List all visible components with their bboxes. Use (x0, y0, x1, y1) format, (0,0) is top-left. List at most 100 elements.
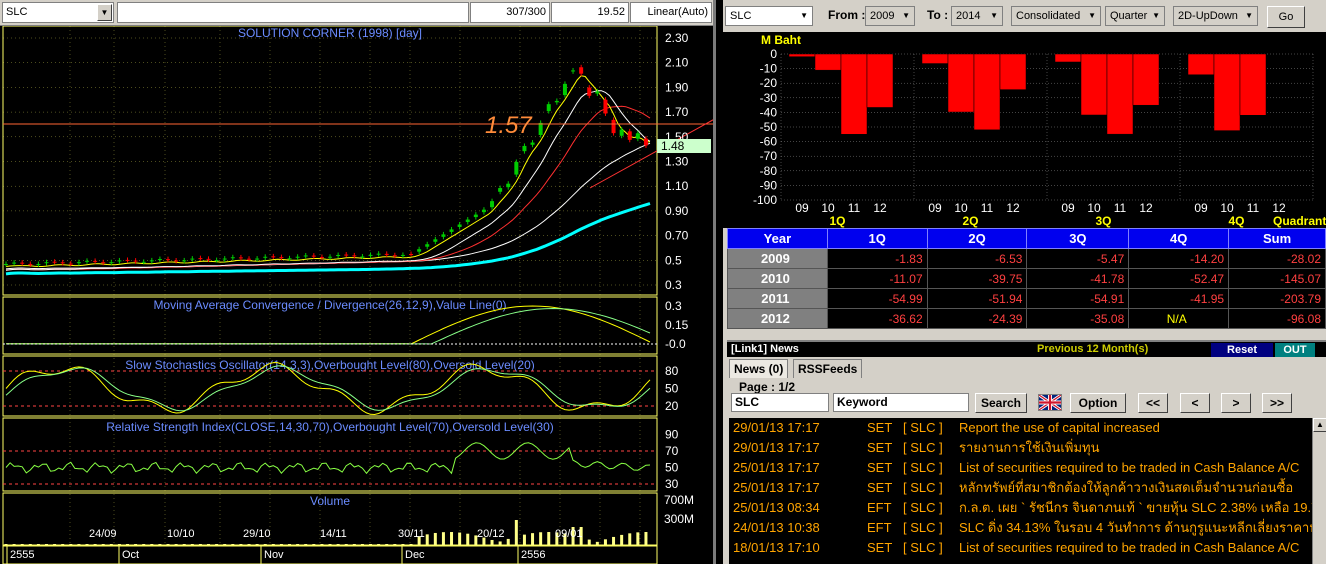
price-tick-label: 1.70 (665, 105, 689, 119)
news-symbol-input[interactable]: SLC (731, 393, 829, 412)
candle-body (36, 263, 41, 265)
scale-mode[interactable]: Linear(Auto) (630, 2, 712, 23)
chart-type-select[interactable]: 2D-UpDown ▼ (1173, 6, 1258, 26)
list-item[interactable]: 18/01/13 17:10 SET [ SLC ] List of securiti… (729, 538, 1312, 558)
bar (947, 53, 975, 113)
month-label: 2556 (521, 549, 545, 561)
volume-bar (263, 544, 267, 545)
volume-bar (4, 544, 8, 545)
price-box: 19.52 (551, 2, 629, 23)
keyword-input[interactable]: Keyword (833, 393, 969, 412)
bar (1213, 53, 1241, 131)
candle-body (360, 256, 365, 258)
bar-year-label: 11 (981, 201, 994, 215)
value-cell: -36.62 (826, 308, 928, 329)
stoch-title: Slow Stochastics Oscillator(14,3,3),Over… (125, 358, 535, 372)
price-chart[interactable]: SOLUTION CORNER (1998) [day] Moving Aver… (0, 26, 713, 564)
period-select[interactable]: Quarter ▼ (1105, 6, 1165, 26)
from-year-select[interactable]: 2009 ▼ (865, 6, 915, 26)
candle-body (93, 260, 98, 262)
list-item[interactable]: 24/01/13 10:38 EFT [ SLC ] SLC ดิ่ง 34.13% … (729, 518, 1312, 538)
header-3q: 3Q (1026, 228, 1130, 249)
out-button[interactable]: OUT (1275, 343, 1315, 357)
news-header: [Link1] News Previous 12 Month(s) Reset … (727, 340, 1326, 357)
list-item[interactable]: 29/01/13 17:17 SET [ SLC ] รายงานการใช้เงิน… (729, 438, 1312, 458)
news-source: SET (867, 420, 893, 435)
news-symbol: [ SLC ] (903, 480, 943, 495)
table-row[interactable]: 2010 -11.07 -39.75 -41.78 -52.47 -145.07 (727, 268, 1326, 289)
list-item[interactable]: 25/01/13 17:17 SET [ SLC ] หลักทรัพย์ที่สมา… (729, 478, 1312, 498)
year-cell: 2010 (727, 268, 828, 289)
price-tick-label: 0.3 (665, 278, 682, 292)
news-symbol: [ SLC ] (903, 500, 943, 515)
chart-symbol-value: SLC (6, 6, 28, 18)
news-date: 25/01/13 17:17 (733, 460, 820, 475)
value-cell: -54.99 (826, 288, 928, 309)
candle-body (157, 259, 162, 261)
symbol-select[interactable]: SLC ▼ (725, 6, 813, 26)
candle-body (643, 138, 648, 146)
volume-axis: 700M 300M (664, 493, 694, 526)
tab-news[interactable]: News (0) (729, 359, 789, 378)
date-tick-label: 20/12 (477, 528, 505, 540)
candle-body (255, 258, 260, 260)
prev-page-button[interactable]: < (1180, 393, 1210, 413)
news-symbol: [ SLC ] (903, 440, 943, 455)
month-label: Dec (405, 549, 425, 561)
tab-rss-feeds[interactable]: RSSFeeds (793, 359, 863, 378)
news-scrollbar[interactable]: ▲ (1312, 418, 1326, 564)
volume-bar (603, 539, 607, 545)
volume-bar (271, 544, 275, 545)
volume-tick-label: 300M (664, 512, 694, 526)
value-cell: -14.20 (1128, 248, 1230, 269)
candle-body (530, 142, 535, 145)
news-symbol: [ SLC ] (903, 420, 943, 435)
volume-bar (198, 544, 202, 545)
volume-bar (28, 544, 32, 545)
news-headline: List of securities required to be traded… (959, 460, 1300, 475)
last-page-button[interactable]: >> (1262, 393, 1292, 413)
candle-body (230, 257, 235, 259)
news-date: 18/01/13 17:10 (733, 540, 820, 555)
option-button[interactable]: Option (1070, 393, 1126, 413)
candle-body (417, 249, 422, 252)
volume-bar (401, 544, 405, 545)
list-item[interactable]: 29/01/13 17:17 SET [ SLC ] Report the use o… (729, 418, 1312, 438)
go-button[interactable]: Go (1267, 6, 1305, 28)
table-row[interactable]: 2009 -1.83 -6.53 -5.47 -14.20 -28.02 (727, 248, 1326, 269)
candle-body (76, 262, 81, 264)
reset-button[interactable]: Reset (1211, 343, 1273, 357)
header-2q: 2Q (926, 228, 1028, 249)
volume-bar (506, 538, 510, 545)
volume-bar (36, 544, 40, 545)
month-label: Nov (264, 549, 284, 561)
bar-y-tick: -10 (760, 62, 778, 76)
bar-year-label: 12 (873, 201, 887, 215)
next-page-button[interactable]: > (1221, 393, 1251, 413)
table-row[interactable]: 2011 -54.99 -51.94 -54.91 -41.95 -203.79 (727, 288, 1326, 309)
language-flag-icon[interactable] (1038, 393, 1062, 412)
volume-bar (296, 544, 300, 545)
stoch-axis: 80 50 20 (665, 364, 679, 413)
search-button[interactable]: Search (975, 393, 1027, 413)
scroll-up-icon[interactable]: ▲ (1313, 418, 1326, 432)
date-tick-label: 29/10 (243, 528, 271, 540)
table-row[interactable]: 2012 -36.62 -24.39 -35.08 N/A -96.08 (727, 308, 1326, 329)
to-year-select[interactable]: 2014 ▼ (951, 6, 1003, 26)
volume-bar (490, 539, 494, 545)
statement-type-select[interactable]: Consolidated ▼ (1011, 6, 1101, 26)
period-value: Quarter (1110, 10, 1148, 22)
candle-body (198, 258, 203, 260)
quarterly-table: Year 1Q 2Q 3Q 4Q Sum 2009 -1.83 -6.53 -5… (727, 228, 1326, 329)
bar (1132, 53, 1160, 106)
list-item[interactable]: 25/01/13 08:34 EFT [ SLC ] ก.ล.ต. เผย ` รัช… (729, 498, 1312, 518)
bar-chart-title: M Baht (761, 33, 801, 47)
value-cell: -39.75 (926, 268, 1028, 289)
list-item[interactable]: 25/01/13 17:17 SET [ SLC ] List of securiti… (729, 458, 1312, 478)
bar-year-label: 12 (1139, 201, 1153, 215)
first-page-button[interactable]: << (1138, 393, 1168, 413)
header-year: Year (727, 228, 828, 249)
chart-symbol-select[interactable]: SLC ▼ (2, 2, 114, 23)
chevron-down-icon[interactable]: ▼ (97, 4, 112, 21)
last-price-label: 1.48 (661, 139, 685, 153)
